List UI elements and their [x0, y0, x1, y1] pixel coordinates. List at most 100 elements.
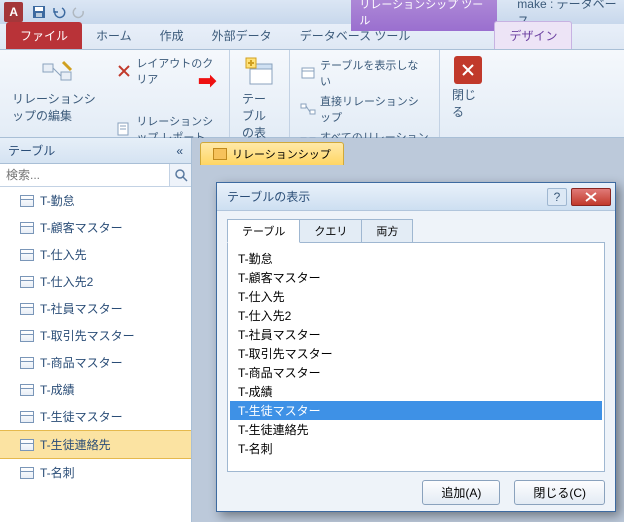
- hide-table-button[interactable]: テーブルを表示しない: [298, 56, 431, 90]
- table-icon: [20, 222, 34, 234]
- dialog-tabs: テーブルクエリ両方: [227, 219, 605, 243]
- chevron-down-icon: «: [176, 144, 183, 158]
- relationship-tab-icon: [213, 148, 227, 160]
- direct-rel-icon: [300, 101, 316, 117]
- show-table-dialog: テーブルの表示 ? テーブルクエリ両方 T-勤怠T-顧客マスターT-仕入先T-仕…: [216, 182, 616, 512]
- document-tab-label: リレーションシップ: [232, 146, 331, 162]
- dialog-list-item[interactable]: T-生徒マスター: [230, 401, 602, 420]
- tab-database-tools[interactable]: データベース ツール: [286, 22, 425, 49]
- table-icon: [20, 439, 34, 451]
- dialog-list-item[interactable]: T-取引先マスター: [230, 344, 602, 363]
- ribbon-tabs: ファイル ホーム 作成 外部データ データベース ツール デザイン: [0, 24, 624, 50]
- dialog-list-item[interactable]: T-顧客マスター: [230, 268, 602, 287]
- nav-search-row: [0, 164, 191, 187]
- nav-item-label: T-生徒連絡先: [40, 436, 111, 453]
- clear-layout-icon: [116, 63, 132, 79]
- dialog-tab[interactable]: テーブル: [227, 219, 300, 243]
- hide-table-label: テーブルを表示しない: [320, 57, 429, 89]
- table-icon: [20, 249, 34, 261]
- search-icon[interactable]: [169, 164, 191, 186]
- dialog-list-item[interactable]: T-社員マスター: [230, 325, 602, 344]
- edit-relationships-label: リレーションシップの編集: [12, 90, 102, 124]
- nav-item-label: T-商品マスター: [40, 354, 123, 371]
- ribbon-group-show-table: テーブルの表示: [230, 50, 290, 137]
- nav-item-label: T-仕入先: [40, 246, 87, 263]
- nav-item-label: T-社員マスター: [40, 300, 123, 317]
- table-icon: [20, 411, 34, 423]
- nav-item-label: T-仕入先2: [40, 273, 93, 290]
- dialog-close-btn[interactable]: 閉じる(C): [514, 480, 605, 505]
- dialog-list-item[interactable]: T-仕入先2: [230, 306, 602, 325]
- dialog-list-item[interactable]: T-仕入先: [230, 287, 602, 306]
- save-icon[interactable]: [31, 4, 47, 20]
- nav-item-label: T-名刺: [40, 464, 75, 481]
- app-icon: A: [4, 2, 23, 22]
- annotation-arrow-1: ➡: [198, 68, 216, 94]
- table-icon: [20, 384, 34, 396]
- dialog-close-button[interactable]: [571, 188, 611, 206]
- report-icon: [116, 121, 132, 137]
- nav-item[interactable]: T-社員マスター: [0, 295, 191, 322]
- nav-header-label: テーブル: [8, 142, 55, 159]
- ribbon-group-relationships: テーブルを表示しない 直接リレーションシップ すべてのリレーションシップ リレー…: [290, 50, 440, 137]
- table-icon: [20, 276, 34, 288]
- direct-relationships-button[interactable]: 直接リレーションシップ: [298, 92, 431, 126]
- close-icon: [454, 56, 482, 84]
- nav-item-label: T-取引先マスター: [40, 327, 135, 344]
- ribbon-group-close: 閉じる: [440, 50, 496, 137]
- nav-item[interactable]: T-顧客マスター: [0, 214, 191, 241]
- tab-external-data[interactable]: 外部データ: [198, 22, 286, 49]
- nav-item-label: T-成績: [40, 381, 75, 398]
- nav-item[interactable]: T-仕入先2: [0, 268, 191, 295]
- ribbon-group-tools: リレーションシップの編集 レイアウトのクリア リレーションシップ レポート ツー…: [0, 50, 230, 137]
- direct-rel-label: 直接リレーションシップ: [320, 93, 429, 125]
- tab-file[interactable]: ファイル: [6, 22, 82, 49]
- table-icon: [20, 467, 34, 479]
- tab-create[interactable]: 作成: [146, 22, 198, 49]
- close-label: 閉じる: [452, 86, 484, 120]
- navigation-pane: テーブル « T-勤怠T-顧客マスターT-仕入先T-仕入先2T-社員マスターT-…: [0, 138, 192, 522]
- nav-item[interactable]: T-生徒連絡先: [0, 430, 191, 459]
- nav-item[interactable]: T-取引先マスター: [0, 322, 191, 349]
- dialog-help-button[interactable]: ?: [547, 188, 567, 206]
- nav-item-label: T-顧客マスター: [40, 219, 123, 236]
- nav-item-label: T-勤怠: [40, 192, 75, 209]
- nav-item[interactable]: T-商品マスター: [0, 349, 191, 376]
- title-context: リレーションシップ ツール make : データベース: [351, 0, 624, 24]
- search-input[interactable]: [0, 164, 169, 186]
- edit-relationships-button[interactable]: リレーションシップの編集: [8, 54, 106, 126]
- nav-header[interactable]: テーブル «: [0, 138, 191, 164]
- nav-item[interactable]: T-勤怠: [0, 187, 191, 214]
- nav-item[interactable]: T-名刺: [0, 459, 191, 486]
- hide-table-icon: [300, 65, 316, 81]
- show-table-icon: [244, 56, 276, 88]
- redo-icon[interactable]: [71, 4, 87, 20]
- table-icon: [20, 303, 34, 315]
- dialog-list-item[interactable]: T-名刺: [230, 439, 602, 458]
- document-tab[interactable]: リレーションシップ: [200, 142, 344, 165]
- dialog-list-item[interactable]: T-成績: [230, 382, 602, 401]
- dialog-title: テーブルの表示: [227, 188, 310, 205]
- dialog-tab[interactable]: 両方: [361, 219, 413, 243]
- nav-item-label: T-生徒マスター: [40, 408, 123, 425]
- undo-icon[interactable]: [51, 4, 67, 20]
- edit-relationships-icon: [41, 56, 73, 88]
- nav-item[interactable]: T-成績: [0, 376, 191, 403]
- dialog-tab[interactable]: クエリ: [299, 219, 362, 243]
- table-icon: [20, 330, 34, 342]
- tab-design[interactable]: デザイン: [494, 21, 572, 49]
- quick-access-toolbar: [27, 4, 91, 20]
- nav-item[interactable]: T-生徒マスター: [0, 403, 191, 430]
- table-icon: [20, 357, 34, 369]
- dialog-titlebar: テーブルの表示 ?: [217, 183, 615, 211]
- close-button[interactable]: 閉じる: [448, 54, 488, 122]
- tab-home[interactable]: ホーム: [82, 22, 146, 49]
- dialog-add-button[interactable]: 追加(A): [422, 480, 500, 505]
- dialog-list-item[interactable]: T-生徒連絡先: [230, 420, 602, 439]
- dialog-list-item[interactable]: T-商品マスター: [230, 363, 602, 382]
- dialog-list-item[interactable]: T-勤怠: [230, 249, 602, 268]
- nav-table-list: T-勤怠 T-顧客マスター T-仕入先 T-仕入先2 T-社員マスター T-取引先マスター…: [0, 187, 191, 486]
- dialog-list[interactable]: T-勤怠T-顧客マスターT-仕入先T-仕入先2T-社員マスターT-取引先マスター…: [227, 242, 605, 472]
- nav-item[interactable]: T-仕入先: [0, 241, 191, 268]
- ribbon: リレーションシップの編集 レイアウトのクリア リレーションシップ レポート ツー…: [0, 50, 624, 138]
